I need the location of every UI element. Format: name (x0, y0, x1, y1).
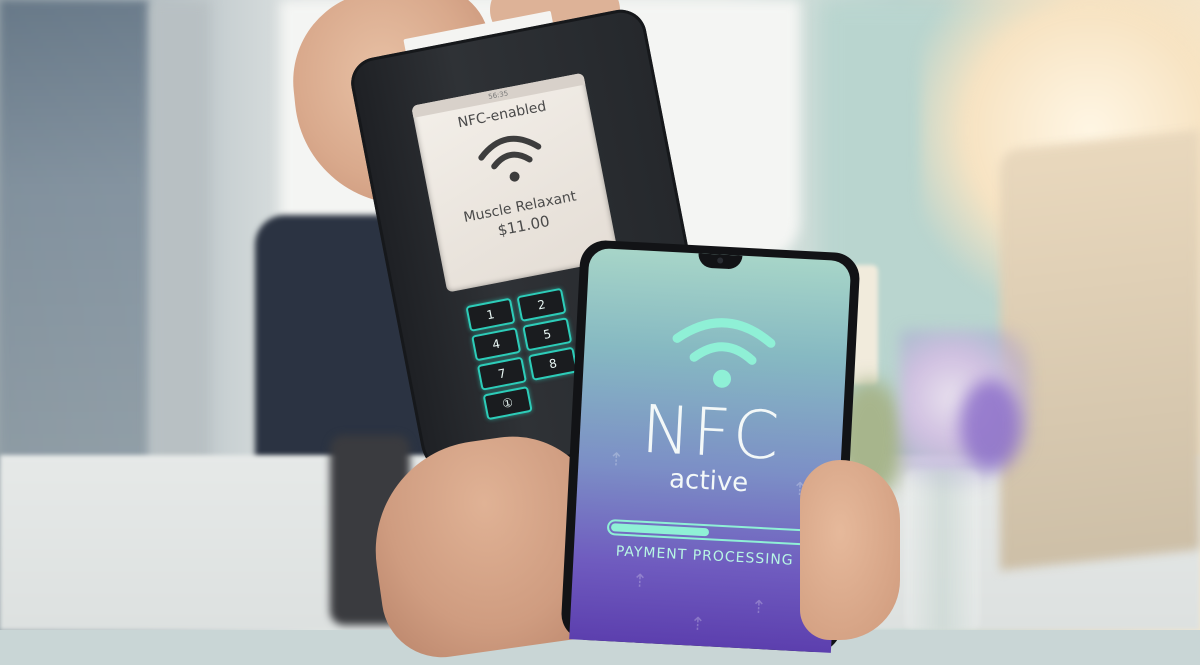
violet-flower (960, 380, 1020, 470)
camera-icon (717, 257, 724, 264)
wifi-icon (477, 135, 541, 182)
payment-progress-fill (610, 523, 710, 537)
glass-vase (905, 470, 980, 630)
arrow-up-icon: ⇡ (631, 570, 648, 593)
arrow-up-icon: ⇡ (689, 613, 706, 636)
arrow-up-icon: ⇡ (750, 596, 767, 619)
wifi-icon (672, 318, 776, 388)
customer-fingers (800, 460, 900, 640)
background-monitor (1000, 129, 1200, 571)
background-pillar (150, 0, 210, 480)
background-window (0, 0, 150, 470)
